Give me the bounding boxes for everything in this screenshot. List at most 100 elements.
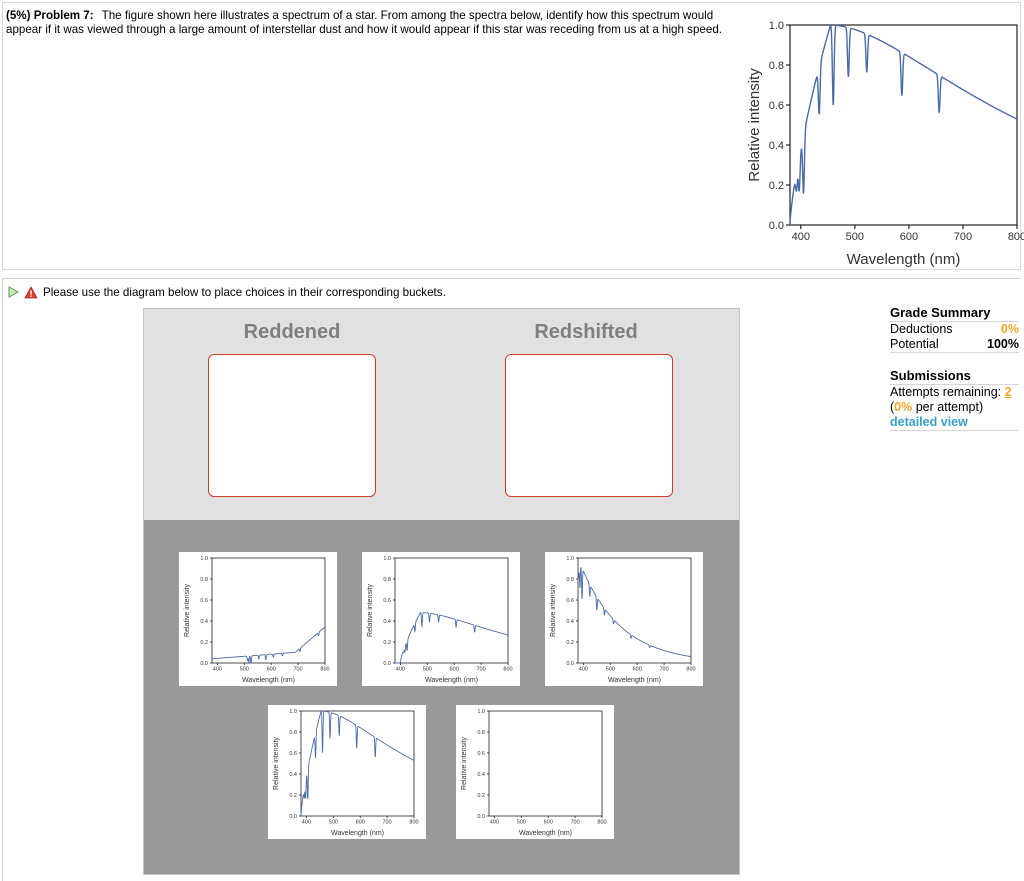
- star-spectrum-figure: 400 500 600 700 800 0.0 0.2 0.4 0.6 0.8 1.0 Wavelen…: [740, 8, 1024, 270]
- y-tick-label: 0.0: [566, 661, 574, 667]
- y-tick-label: 0.2: [477, 793, 485, 799]
- detailed-view-link[interactable]: detailed view: [890, 415, 1019, 431]
- x-tick-label: 500: [517, 820, 526, 826]
- x-tick-label: 400: [579, 667, 588, 673]
- plot-frame: [488, 710, 603, 817]
- x-tick-label: 700: [477, 667, 486, 673]
- x-tick-label: 500: [606, 667, 615, 673]
- potential-label: Potential: [890, 337, 939, 351]
- x-tick-label: 800: [1008, 231, 1024, 243]
- x-tick-label: 700: [294, 667, 303, 673]
- x-tick-label: 600: [450, 667, 459, 673]
- choices-area: 400 500 600 700 800 0.0 0.2 0.4 0.6 0.8 1.0 Wavelen…: [144, 520, 739, 874]
- y-tick-label: 1.0: [383, 556, 391, 562]
- x-tick-label: 600: [356, 820, 365, 826]
- y-tick-label: 0.4: [477, 772, 485, 778]
- y-tick-label: 0.6: [200, 598, 208, 604]
- buckets-area: Reddened Redshifted: [144, 309, 739, 520]
- plot-frame: [211, 557, 326, 664]
- y-tick-label: 1.0: [477, 709, 485, 715]
- x-tick-label: 400: [213, 667, 222, 673]
- y-tick-label: 0.2: [566, 640, 574, 646]
- y-tick-label: 0.4: [383, 619, 391, 625]
- x-tick-label: 700: [660, 667, 669, 673]
- x-axis-label: Wavelength (nm): [847, 251, 961, 268]
- y-tick-label: 0.2: [200, 640, 208, 646]
- grade-summary-title: Grade Summary: [890, 304, 1019, 322]
- y-axis-label: Relative intensity: [461, 737, 468, 790]
- y-tick-label: 0.6: [477, 751, 485, 757]
- x-axis-label: Wavelength (nm): [519, 830, 572, 837]
- spectrum-line: [395, 612, 508, 664]
- x-tick-label: 500: [846, 231, 864, 243]
- x-tick-label: 700: [571, 820, 580, 826]
- y-tick-label: 0.6: [289, 751, 297, 757]
- y-tick-label: 0.4: [566, 619, 574, 625]
- y-axis-label: Relative intensity: [746, 68, 763, 182]
- y-tick-label: 0.6: [566, 598, 574, 604]
- x-tick-label: 700: [383, 820, 392, 826]
- submissions-title: Submissions: [890, 367, 1019, 385]
- y-tick-label: 0.2: [289, 793, 297, 799]
- y-tick-label: 1.0: [769, 20, 784, 32]
- x-axis-label: Wavelength (nm): [425, 677, 478, 684]
- y-tick-label: 0.8: [200, 577, 208, 583]
- y-axis-label: Relative intensity: [184, 584, 191, 637]
- bucket-redshifted-dropzone[interactable]: [505, 354, 673, 497]
- instruction-row: Please use the diagram below to place ch…: [8, 284, 446, 300]
- attempts-label: Attempts remaining:: [890, 385, 1002, 399]
- choice-card-d[interactable]: 400 500 600 700 800 0.0 0.2 0.4 0.6 0.8 1.0 Wavelen…: [268, 705, 426, 839]
- choice-card-b[interactable]: 400 500 600 700 800 0.0 0.2 0.4 0.6 0.8 1.0 Wavelen…: [362, 552, 520, 686]
- problem-statement: (5%) Problem 7: The figure shown here ill…: [6, 9, 741, 36]
- per-attempt-value: 0%: [894, 400, 913, 414]
- y-tick-label: 0.8: [769, 60, 784, 72]
- x-axis-label: Wavelength (nm): [242, 677, 295, 684]
- y-tick-label: 0.6: [769, 100, 784, 112]
- problem-body: The figure shown here illustrates a spec…: [6, 9, 722, 36]
- per-attempt-label: per attempt): [915, 400, 984, 414]
- spectrum-line: [789, 23, 1018, 226]
- y-tick-label: 0.4: [200, 619, 208, 625]
- y-tick-label: 0.0: [383, 661, 391, 667]
- x-tick-label: 800: [686, 667, 695, 673]
- x-tick-label: 600: [900, 231, 918, 243]
- x-tick-label: 400: [396, 667, 405, 673]
- choice-card-e[interactable]: 400 500 600 700 800 0.0 0.2 0.4 0.6 0.8 1.0 Wavelen…: [456, 705, 614, 839]
- deductions-label: Deductions: [890, 322, 953, 336]
- x-tick-label: 800: [597, 820, 606, 826]
- choice-spectrum-plot: 400 500 600 700 800 0.0 0.2 0.4 0.6 0.8 1.0 Wavelen…: [456, 705, 607, 837]
- choice-spectrum-plot: 400 500 600 700 800 0.0 0.2 0.4 0.6 0.8 1.0 Wavelen…: [273, 709, 419, 837]
- y-tick-label: 0.2: [769, 180, 784, 192]
- bucket-reddened-dropzone[interactable]: [208, 354, 376, 497]
- y-tick-label: 0.8: [289, 730, 297, 736]
- choice-spectrum-plot: 400 500 600 700 800 0.0 0.2 0.4 0.6 0.8 1.0 Wavelen…: [367, 556, 513, 684]
- x-tick-label: 800: [320, 667, 329, 673]
- choice-card-a[interactable]: 400 500 600 700 800 0.0 0.2 0.4 0.6 0.8 1.0 Wavelen…: [179, 552, 337, 686]
- star-spectrum-plot: 400 500 600 700 800 0.0 0.2 0.4 0.6 0.8 1.0 Wavelen…: [746, 20, 1024, 268]
- x-tick-label: 800: [409, 820, 418, 826]
- x-axis-label: Wavelength (nm): [608, 677, 661, 684]
- x-tick-label: 400: [302, 820, 311, 826]
- choice-card-c[interactable]: 400 500 600 700 800 0.0 0.2 0.4 0.6 0.8 1.0 Wavelen…: [545, 552, 703, 686]
- y-tick-label: 0.8: [477, 730, 485, 736]
- expand-arrow-icon[interactable]: [8, 286, 19, 298]
- y-tick-label: 0.8: [566, 577, 574, 583]
- potential-value: 100%: [987, 337, 1019, 351]
- y-tick-label: 1.0: [289, 709, 297, 715]
- y-tick-label: 0.0: [200, 661, 208, 667]
- y-tick-label: 0.4: [769, 140, 784, 152]
- x-tick-label: 600: [544, 820, 553, 826]
- y-tick-label: 0.0: [769, 220, 784, 232]
- y-tick-label: 0.4: [289, 772, 297, 778]
- spectrum-line: [300, 709, 415, 817]
- spectrum-line: [211, 626, 326, 664]
- y-tick-label: 1.0: [200, 556, 208, 562]
- attempts-remaining-link[interactable]: 2: [1005, 385, 1012, 399]
- y-axis-label: Relative intensity: [550, 584, 557, 637]
- bucket-title-reddened: Reddened: [243, 321, 341, 343]
- x-tick-label: 500: [240, 667, 249, 673]
- y-axis-label: Relative intensity: [273, 737, 280, 790]
- y-axis-label: Relative intensity: [367, 584, 374, 637]
- bucket-title-redshifted: Redshifted: [534, 321, 638, 343]
- y-tick-label: 0.2: [383, 640, 391, 646]
